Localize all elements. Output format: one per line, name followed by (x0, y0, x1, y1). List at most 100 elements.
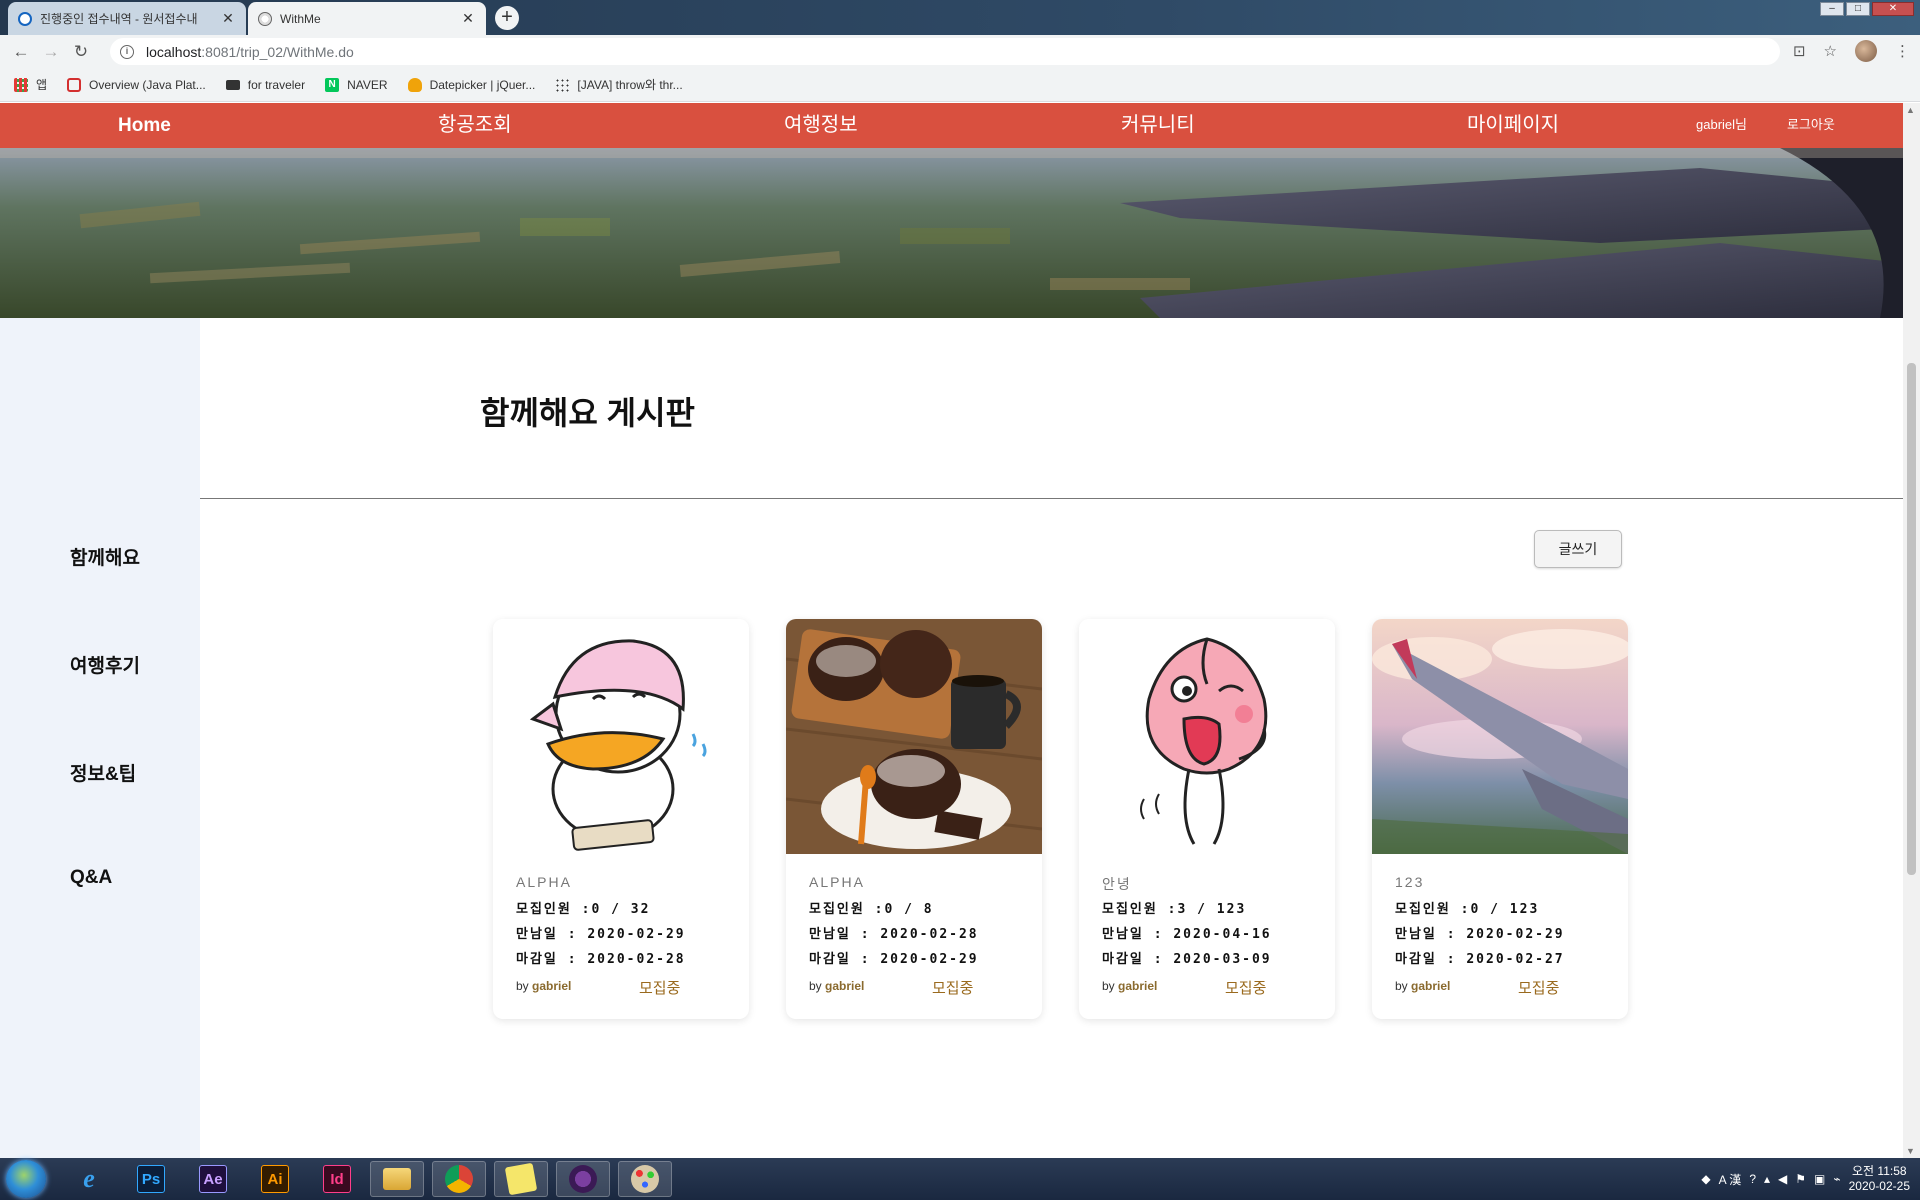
duck-character-image (493, 619, 749, 854)
post-author-line: by gabriel (1102, 979, 1158, 993)
tab-close-icon[interactable]: ✕ (220, 10, 236, 27)
bookmark-for-traveler[interactable]: for traveler (225, 78, 305, 92)
nav-user-name: gabriel님 (1696, 117, 1747, 132)
post-recruit-count: 모집인원 :3 / 123 (1102, 902, 1247, 917)
network-icon[interactable]: ▣ (1814, 1172, 1825, 1186)
taskbar-explorer[interactable] (370, 1161, 424, 1197)
page-title: 함께해요 게시판 (480, 395, 695, 431)
clock-time: 오전 11:58 (1852, 1164, 1907, 1178)
chrome-icon (445, 1165, 473, 1193)
bookmark-java-throw[interactable]: [JAVA] throw와 thr... (555, 76, 683, 93)
taskbar-ie[interactable]: e (62, 1161, 116, 1197)
nav-logout[interactable]: 로그아웃 (1787, 103, 1835, 148)
power-icon[interactable]: ⌁ (1833, 1172, 1840, 1186)
post-author-line: by gabriel (516, 979, 572, 993)
profile-avatar-icon[interactable] (1855, 40, 1877, 62)
status-badge: 모집중 (639, 980, 681, 997)
post-card[interactable]: ALPHA 모집인원 :0 / 8 만남일 : 2020-02-28 마감일 :… (786, 619, 1042, 1019)
volume-icon[interactable]: ◀ (1778, 1172, 1787, 1186)
status-badge: 모집중 (1518, 980, 1560, 997)
taskbar-chrome[interactable] (432, 1161, 486, 1197)
clock-date: 2020-02-25 (1848, 1179, 1910, 1193)
taskbar-photoshop[interactable]: Ps (124, 1161, 178, 1197)
taskbar-paint[interactable] (618, 1161, 672, 1197)
scroll-down-icon[interactable]: ▼ (1906, 1146, 1915, 1156)
bookmark-naver[interactable]: N NAVER (325, 77, 388, 92)
menu-dots-icon[interactable]: ⋮ (1895, 42, 1910, 60)
title-divider (200, 498, 1903, 499)
nav-home[interactable]: Home (118, 103, 171, 148)
peach-character-image (1079, 619, 1335, 854)
sidebar-item-info-tips[interactable]: 정보&팁 (70, 759, 136, 786)
post-deadline: 마감일 : 2020-02-29 (809, 952, 979, 967)
start-button[interactable] (6, 1160, 46, 1198)
ime-indicator[interactable]: A 漢 (1719, 1171, 1742, 1188)
new-tab-button[interactable]: + (495, 6, 519, 30)
tab-favicon-icon (18, 11, 32, 26)
board-sidebar: 함께해요 여행후기 정보&팁 Q&A (0, 318, 200, 1158)
forward-icon[interactable]: → (36, 42, 66, 62)
post-author[interactable]: gabriel (1411, 979, 1450, 993)
maximize-icon[interactable]: □ (1846, 2, 1870, 16)
taskbar-eclipse[interactable] (556, 1161, 610, 1197)
post-meet-date: 만남일 : 2020-02-29 (516, 927, 686, 942)
bookmark-datepicker[interactable]: Datepicker | jQuer... (407, 77, 535, 92)
scrollbar-thumb[interactable] (1907, 363, 1916, 875)
post-author[interactable]: gabriel (532, 979, 571, 993)
status-badge: 모집중 (1225, 980, 1267, 997)
post-card[interactable]: ALPHA 모집인원 :0 / 32 만남일 : 2020-02-29 마감일 … (493, 619, 749, 1019)
taskbar-illustrator[interactable]: Ai (248, 1161, 302, 1197)
page-scrollbar[interactable]: ▲ ▼ (1903, 103, 1920, 1158)
sidebar-item-travel-reviews[interactable]: 여행후기 (70, 651, 140, 678)
info-icon[interactable]: i (120, 44, 134, 59)
network-shield-icon[interactable]: ◆ (1701, 1172, 1710, 1186)
tab-title: 진행중인 접수내역 - 원서접수내 (40, 12, 198, 26)
post-deadline: 마감일 : 2020-02-28 (516, 952, 686, 967)
bookmark-java-overview[interactable]: Overview (Java Plat... (67, 77, 206, 92)
post-card[interactable]: 123 모집인원 :0 / 123 만남일 : 2020-02-29 마감일 :… (1372, 619, 1628, 1019)
hero-banner (0, 148, 1903, 318)
action-center-flag-icon[interactable]: ⚑ (1795, 1172, 1806, 1186)
minimize-icon[interactable]: – (1820, 2, 1844, 16)
nav-flight-search[interactable]: 항공조회 (438, 103, 512, 148)
internet-explorer-icon: e (83, 1164, 95, 1193)
taskbar-indesign[interactable]: Id (310, 1161, 364, 1197)
muffin-coffee-image (786, 619, 1042, 854)
nav-community[interactable]: 커뮤니티 (1121, 103, 1195, 148)
post-author[interactable]: gabriel (825, 979, 864, 993)
scroll-up-icon[interactable]: ▲ (1906, 105, 1915, 115)
browser-tab-1[interactable]: 진행중인 접수내역 - 원서접수내 ✕ (8, 2, 246, 35)
bookmark-star-icon[interactable]: ☆ (1824, 42, 1837, 60)
post-author-line: by gabriel (809, 979, 865, 993)
reload-icon[interactable]: ↻ (66, 42, 96, 62)
post-thumbnail (1372, 619, 1628, 854)
back-icon[interactable]: ← (6, 42, 36, 62)
taskbar-aftereffects[interactable]: Ae (186, 1161, 240, 1197)
taskbar-clock[interactable]: 오전 11:58 2020-02-25 (1849, 1164, 1910, 1194)
apps-grid-icon (14, 77, 28, 92)
taskbar-sticky-notes[interactable] (494, 1161, 548, 1197)
nav-mypage[interactable]: 마이페이지 (1467, 103, 1559, 148)
system-tray: ◆ A 漢 ? ▴ ◀ ⚑ ▣ ⌁ 오전 11:58 2020-02-25 (1701, 1158, 1920, 1200)
write-post-button[interactable]: 글쓰기 (1534, 530, 1622, 568)
post-author[interactable]: gabriel (1118, 979, 1157, 993)
post-author-line: by gabriel (1395, 979, 1451, 993)
tray-expand-icon[interactable]: ▴ (1764, 1172, 1770, 1186)
window-close-icon[interactable]: ✕ (1872, 2, 1914, 16)
browser-tab-2[interactable]: WithMe ✕ (248, 2, 486, 35)
post-title: ALPHA (516, 874, 572, 890)
airplane-sky-image (1372, 619, 1628, 854)
tab-close-icon[interactable]: ✕ (460, 10, 476, 27)
post-card[interactable]: 안녕 모집인원 :3 / 123 만남일 : 2020-04-16 마감일 : … (1079, 619, 1335, 1019)
nav-travel-info[interactable]: 여행정보 (784, 103, 858, 148)
translate-icon[interactable]: ⊡ (1793, 42, 1806, 60)
indesign-icon: Id (323, 1165, 351, 1193)
sidebar-item-with-me[interactable]: 함께해요 (70, 543, 140, 570)
help-icon[interactable]: ? (1749, 1172, 1756, 1186)
address-bar[interactable]: i localhost:8081/trip_02/WithMe.do (110, 38, 1780, 65)
photoshop-icon: Ps (137, 1165, 165, 1193)
bookmark-apps[interactable]: 앱 (14, 76, 47, 93)
post-thumbnail (786, 619, 1042, 854)
globe-icon (258, 11, 272, 26)
sidebar-item-qna[interactable]: Q&A (70, 867, 112, 889)
